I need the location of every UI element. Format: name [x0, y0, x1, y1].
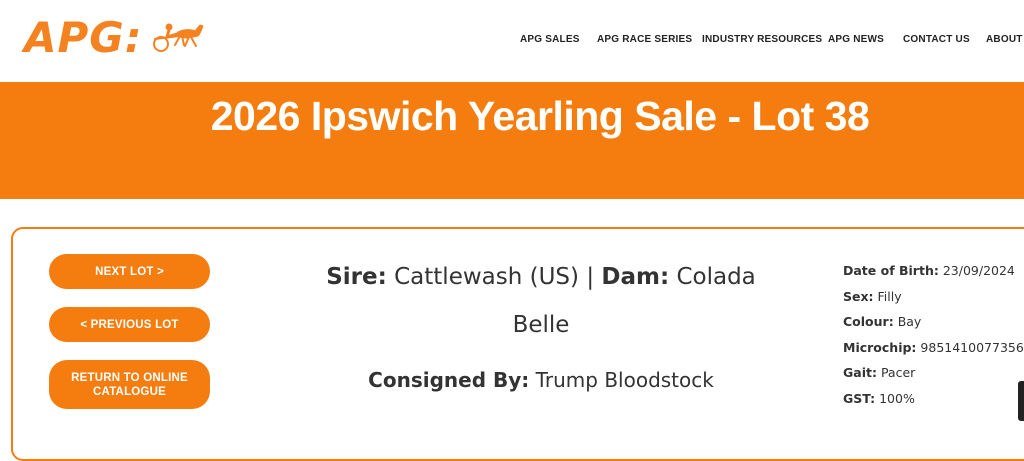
lot-details: Date of Birth: 23/09/2024 Sex: Filly Col… — [843, 258, 1024, 411]
nav-industry-resources[interactable]: INDUSTRY RESOURCES — [702, 33, 822, 47]
sire-value: Cattlewash (US) — [394, 264, 579, 290]
scroll-handle[interactable] — [1018, 381, 1024, 421]
nav-apg-race-series[interactable]: APG RACE SERIES — [597, 33, 692, 47]
nav-apg-news[interactable]: APG NEWS — [828, 33, 884, 47]
next-lot-button[interactable]: NEXT LOT > — [49, 254, 210, 289]
page-banner: 2026 Ipswich Yearling Sale - Lot 38 — [0, 82, 1024, 199]
detail-sex: Sex: Filly — [843, 288, 902, 304]
lot-pedigree: Sire: Cattlewash (US) | Dam: Colada Bell… — [300, 253, 782, 349]
return-to-catalogue-button[interactable]: RETURN TO ONLINE CATALOGUE — [49, 360, 210, 409]
nav-contact-us[interactable]: CONTACT US — [903, 33, 970, 47]
detail-date-of-birth: Date of Birth: 23/09/2024 — [843, 263, 1015, 278]
nav-about-us[interactable]: ABOUT US — [986, 33, 1024, 47]
sire-label: Sire: — [326, 264, 387, 290]
detail-gait: Gait: Pacer — [843, 365, 916, 380]
consignor-line: Consigned By: Trump Bloodstock — [300, 366, 782, 394]
site-header: APG: APG SALES APG RACE SERIES INDUSTRY … — [0, 0, 1024, 82]
consigned-label: Consigned By: — [368, 368, 530, 392]
page-title: 2026 Ipswich Yearling Sale - Lot 38 — [210, 93, 870, 139]
detail-gst: GST: 100% — [843, 390, 915, 406]
nav-apg-sales[interactable]: APG SALES — [520, 33, 580, 47]
detail-microchip: Microchip: 985141007735691 — [843, 339, 1024, 355]
pedigree-separator: | — [586, 264, 595, 290]
main-nav: APG SALES APG RACE SERIES INDUSTRY RESOU… — [0, 33, 1024, 47]
detail-colour: Colour: Bay — [843, 314, 922, 329]
consignor-value: Trump Bloodstock — [535, 368, 714, 392]
dam-label: Dam: — [601, 264, 670, 290]
previous-lot-button[interactable]: < PREVIOUS LOT — [49, 307, 210, 342]
